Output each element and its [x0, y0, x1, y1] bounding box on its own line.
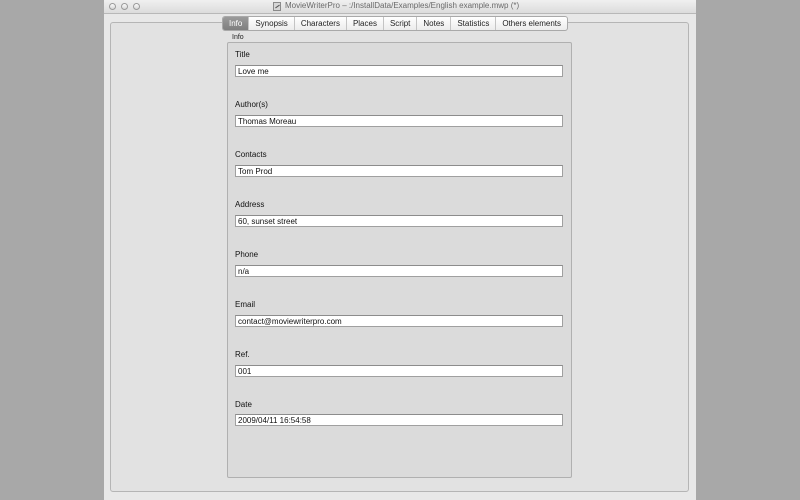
email-label: Email: [235, 300, 256, 309]
title-bar[interactable]: MovieWriterPro – :/InstallData/Examples/…: [104, 0, 696, 14]
tab-notes[interactable]: Notes: [416, 17, 450, 30]
title-label: Title: [235, 50, 250, 59]
tab-script[interactable]: Script: [382, 17, 416, 30]
authors-label: Author(s): [235, 100, 268, 109]
tab-others-elements[interactable]: Others elements: [495, 17, 567, 30]
date-label: Date: [235, 400, 252, 409]
tab-characters[interactable]: Characters: [293, 17, 346, 30]
email-field[interactable]: [235, 315, 563, 327]
document-icon: [273, 2, 281, 11]
window-title: MovieWriterPro – :/InstallData/Examples/…: [285, 1, 520, 10]
address-field[interactable]: [235, 215, 563, 227]
contacts-field[interactable]: [235, 165, 563, 177]
date-field[interactable]: [235, 414, 563, 426]
ref-field[interactable]: [235, 365, 563, 377]
minimize-window-button[interactable]: [121, 3, 128, 10]
contacts-label: Contacts: [235, 150, 267, 159]
ref-label: Ref.: [235, 350, 250, 359]
authors-field[interactable]: [235, 115, 563, 127]
tab-info[interactable]: Info: [223, 17, 249, 30]
zoom-window-button[interactable]: [133, 3, 140, 10]
info-group-title: Info: [232, 34, 244, 41]
tab-statistics[interactable]: Statistics: [450, 17, 495, 30]
tab-synopsis[interactable]: Synopsis: [248, 17, 293, 30]
info-group-box: [227, 42, 572, 478]
main-window: MovieWriterPro – :/InstallData/Examples/…: [104, 0, 696, 500]
phone-field[interactable]: [235, 265, 563, 277]
close-window-button[interactable]: [109, 3, 116, 10]
address-label: Address: [235, 200, 265, 209]
tab-places[interactable]: Places: [345, 17, 383, 30]
title-field[interactable]: [235, 65, 563, 77]
phone-label: Phone: [235, 250, 259, 259]
tab-bar: Info Synopsis Characters Places Script N…: [222, 16, 569, 31]
